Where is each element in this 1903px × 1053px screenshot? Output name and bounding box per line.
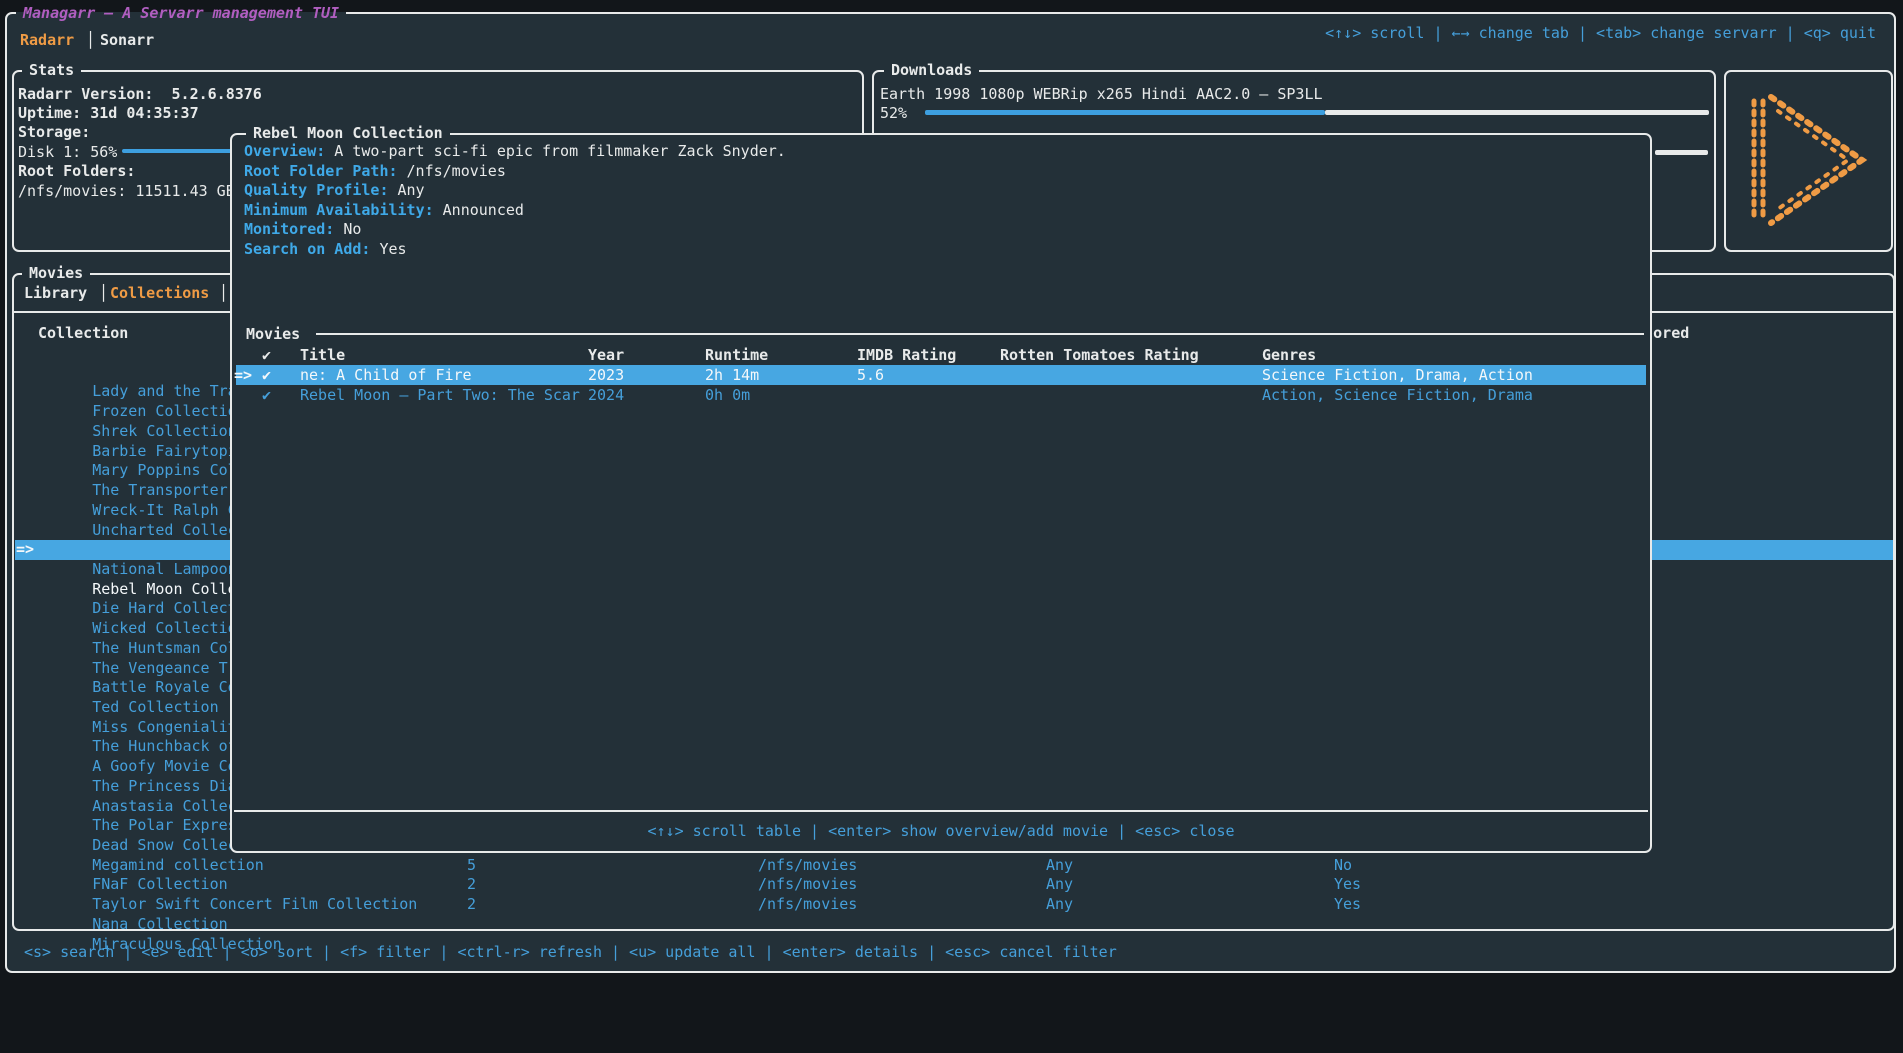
header-genres: Genres (1262, 345, 1316, 365)
header-title: Title (300, 345, 345, 365)
collection-monitored: Yes (1334, 895, 1361, 915)
header-runtime: Runtime (705, 345, 768, 365)
collection-row[interactable]: Taylor Swift Concert Film Collection 5 /… (15, 856, 1893, 876)
collection-monitored: Yes (1334, 875, 1361, 895)
detail-field: Search on Add: Yes (244, 240, 786, 260)
radarr-version: Radarr Version: 5.2.6.8376 (18, 84, 262, 104)
tab-collections[interactable]: Collections (110, 283, 209, 303)
modal-movies-section-title: Movies (246, 324, 300, 344)
modal-movies-rows: => ✔ ne: A Child of Fire 2023 2h 14m 5.6… (232, 365, 1650, 405)
header-rotten-tomatoes-rating: Rotten Tomatoes Rating (1000, 345, 1199, 365)
uptime: Uptime: 31d 04:35:37 (18, 103, 199, 123)
modal-title: Rebel Moon Collection (246, 124, 450, 143)
movie-runtime: 0h 0m (705, 385, 750, 405)
detail-value: A two-part sci-fi epic from filmmaker Za… (334, 142, 786, 160)
download-progress-bar-remainder (1325, 110, 1709, 115)
download-progress-bar-filled (925, 110, 1325, 115)
movies-tab-separator: │ (99, 283, 108, 303)
detail-value: Any (398, 181, 425, 199)
collection-row[interactable]: Nana Collection 2 /nfs/movies Any Yes (15, 875, 1893, 895)
movies-tab-separator-2: │ (219, 283, 228, 303)
tab-sonarr[interactable]: Sonarr (100, 30, 154, 50)
tab-separator: │ (86, 30, 95, 50)
detail-field: Overview: A two-part sci-fi epic from fil… (244, 142, 786, 162)
detail-label: Quality Profile: (244, 181, 389, 199)
detail-value: No (343, 220, 361, 238)
collection-root-folder: /nfs/movies (758, 895, 857, 915)
modal-table-header: ✔ Title Year Runtime IMDB Rating Rotten … (232, 345, 1650, 365)
disk-usage-label: Disk 1: 56% (18, 142, 117, 162)
selection-arrow: => (16, 540, 34, 560)
movie-genres: Science Fiction, Drama, Action (1262, 365, 1533, 385)
movie-imdb-rating: 5.6 (857, 365, 884, 385)
movies-panel-title: Movies (22, 264, 90, 283)
check-icon: ✔ (262, 345, 271, 365)
selection-arrow: => (234, 365, 252, 385)
footer-keybinding-help: <s> search | <e> edit | <o> sort | <f> f… (24, 942, 1117, 962)
movie-genres: Action, Science Fiction, Drama (1262, 385, 1533, 405)
managarr-logo-icon (1744, 85, 1874, 235)
collection-movie-count: 2 (467, 875, 476, 895)
modal-keybinding-help: <↑↓> scroll table | <enter> show overvie… (232, 821, 1650, 841)
detail-value: Yes (379, 240, 406, 258)
header-imdb-rating: IMDB Rating (857, 345, 956, 365)
download-progress-fragment (1655, 150, 1708, 155)
download-percent: 52% (880, 103, 907, 123)
check-icon: ✔ (262, 385, 271, 405)
movie-title: Rebel Moon – Part Two: The Scar (300, 385, 580, 405)
collection-quality-profile: Any (1046, 875, 1073, 895)
collection-root-folder: /nfs/movies (758, 875, 857, 895)
detail-value: /nfs/movies (407, 162, 506, 180)
download-item-title: Earth 1998 1080p WEBRip x265 Hindi AAC2.… (880, 84, 1323, 104)
collection-detail-fields: Overview: A two-part sci-fi epic from fil… (244, 142, 786, 260)
managarr-tui-screen: { "app": { "title": "Managarr – A Servar… (0, 0, 1903, 986)
detail-field: Root Folder Path: /nfs/movies (244, 162, 786, 182)
detail-label: Overview: (244, 142, 325, 160)
detail-field: Monitored: No (244, 220, 786, 240)
detail-value: Announced (443, 201, 524, 219)
collection-root-folder: /nfs/movies (758, 856, 857, 876)
stats-panel-title: Stats (22, 61, 81, 80)
movie-row[interactable]: ✔ Rebel Moon – Part Two: The Scar 2024 0… (232, 385, 1650, 405)
movie-row[interactable]: => ✔ ne: A Child of Fire 2023 2h 14m 5.6… (232, 365, 1650, 385)
collection-monitored: No (1334, 856, 1352, 876)
collection-quality-profile: Any (1046, 856, 1073, 876)
movie-runtime: 2h 14m (705, 365, 759, 385)
movies-section-divider (316, 333, 1644, 335)
storage-label: Storage: (18, 122, 90, 142)
detail-label: Minimum Availability: (244, 201, 434, 219)
detail-field: Minimum Availability: Announced (244, 201, 786, 221)
collection-name: Nana Collection (69, 915, 227, 933)
app-title: Managarr – A Servarr management TUI (16, 3, 346, 23)
collection-movie-count: 5 (467, 856, 476, 876)
tab-radarr[interactable]: Radarr (20, 30, 74, 50)
collection-quality-profile: Any (1046, 895, 1073, 915)
movie-year: 2023 (588, 365, 624, 385)
movie-title: ne: A Child of Fire (300, 365, 472, 385)
collection-column-header: Collection (38, 323, 128, 343)
check-icon: ✔ (262, 365, 271, 385)
global-keybinding-help: <↑↓> scroll | ←→ change tab | <tab> chan… (1100, 23, 1876, 43)
collection-movie-count: 2 (467, 895, 476, 915)
detail-label: Search on Add: (244, 240, 370, 258)
modal-footer-divider (234, 810, 1648, 812)
detail-label: Monitored: (244, 220, 334, 238)
tab-library[interactable]: Library (24, 283, 87, 303)
movie-year: 2024 (588, 385, 624, 405)
collection-row[interactable]: Miraculous Collection 2 /nfs/movies Any … (15, 895, 1893, 915)
downloads-panel-title: Downloads (884, 61, 979, 80)
root-folders-label: Root Folders: (18, 161, 135, 181)
detail-field: Quality Profile: Any (244, 181, 786, 201)
collection-details-modal: Rebel Moon Collection Overview:A two-par… (230, 133, 1652, 853)
root-folder-size: /nfs/movies: 11511.43 GB (18, 181, 235, 201)
header-year: Year (588, 345, 624, 365)
detail-label: Root Folder Path: (244, 162, 398, 180)
